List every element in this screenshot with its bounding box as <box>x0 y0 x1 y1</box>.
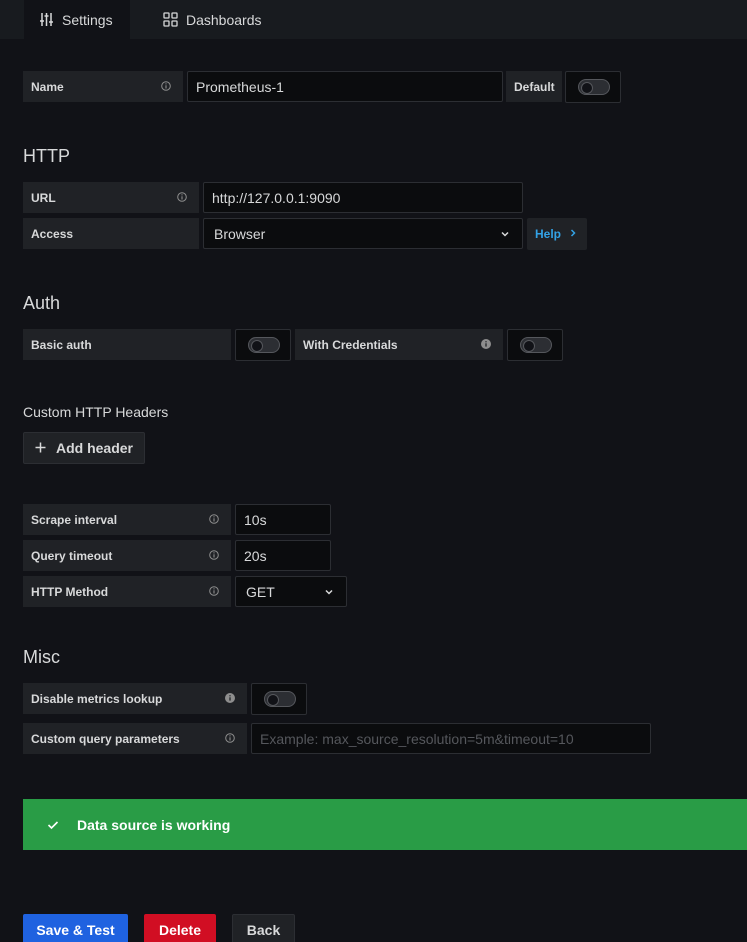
scrape-interval-label: Scrape interval <box>23 504 231 535</box>
name-label-text: Name <box>31 79 64 94</box>
url-label: URL <box>23 182 199 213</box>
with-credentials-label-text: With Credentials <box>303 337 398 352</box>
delete-button[interactable]: Delete <box>144 914 216 942</box>
chevron-down-icon <box>324 584 334 600</box>
query-timeout-label-text: Query timeout <box>31 548 113 563</box>
alert-message: Data source is working <box>77 816 231 833</box>
tab-dashboards[interactable]: Dashboards <box>163 0 262 39</box>
tab-dashboards-label: Dashboards <box>186 11 262 28</box>
url-input[interactable]: http://127.0.0.1:9090 <box>203 182 523 213</box>
custom-query-params-input[interactable]: Example: max_source_resolution=5m&timeou… <box>251 723 651 754</box>
info-icon[interactable] <box>209 585 219 599</box>
with-credentials-toggle-box <box>507 329 563 361</box>
auth-heading: Auth <box>23 293 61 313</box>
name-label: Name <box>23 71 183 102</box>
help-button[interactable]: Help <box>527 218 587 250</box>
http-heading: HTTP <box>23 146 70 166</box>
basic-auth-toggle-box <box>235 329 291 361</box>
grid-icon <box>163 12 178 27</box>
custom-query-params-label: Custom query parameters <box>23 723 247 754</box>
tab-bar: Settings Dashboards <box>0 0 747 39</box>
with-credentials-label: With Credentials <box>295 329 503 360</box>
add-header-label: Add header <box>55 440 133 456</box>
info-icon[interactable] <box>177 191 187 205</box>
custom-query-params-label-text: Custom query parameters <box>31 731 180 746</box>
query-timeout-input[interactable]: 20s <box>235 540 331 571</box>
add-header-button[interactable]: Add header <box>23 432 145 464</box>
success-alert: Data source is working <box>23 799 747 850</box>
query-timeout-label: Query timeout <box>23 540 231 571</box>
access-select-value: Browser <box>214 225 266 242</box>
tab-settings-label: Settings <box>62 11 113 28</box>
basic-auth-toggle[interactable] <box>248 337 280 353</box>
disable-metrics-lookup-label-text: Disable metrics lookup <box>31 691 163 706</box>
disable-metrics-lookup-label: Disable metrics lookup <box>23 683 247 714</box>
info-icon[interactable] <box>209 549 219 563</box>
http-method-label: HTTP Method <box>23 576 231 607</box>
chevron-right-icon <box>569 227 577 241</box>
chevron-down-icon <box>500 226 510 242</box>
plus-icon <box>35 440 46 456</box>
access-select[interactable]: Browser <box>203 218 523 249</box>
sliders-icon <box>39 12 54 27</box>
name-input[interactable]: Prometheus-1 <box>187 71 503 102</box>
http-method-select[interactable]: GET <box>235 576 347 607</box>
tab-settings[interactable]: Settings <box>24 0 130 39</box>
info-icon[interactable] <box>225 732 235 746</box>
misc-heading: Misc <box>23 647 60 667</box>
info-icon[interactable] <box>481 338 491 352</box>
url-label-text: URL <box>31 190 56 205</box>
help-label: Help <box>535 227 562 241</box>
http-method-label-text: HTTP Method <box>31 584 109 599</box>
custom-headers-heading: Custom HTTP Headers <box>23 404 169 420</box>
access-label: Access <box>23 218 199 249</box>
basic-auth-label: Basic auth <box>23 329 231 360</box>
save-test-button[interactable]: Save & Test <box>23 914 128 942</box>
disable-metrics-lookup-toggle[interactable] <box>264 691 296 707</box>
info-icon[interactable] <box>161 80 171 94</box>
with-credentials-toggle[interactable] <box>520 337 552 353</box>
check-icon <box>47 820 59 830</box>
http-method-select-value: GET <box>246 583 275 600</box>
default-toggle-box <box>565 71 621 103</box>
info-icon[interactable] <box>225 692 235 706</box>
back-button[interactable]: Back <box>232 914 295 942</box>
scrape-interval-label-text: Scrape interval <box>31 512 118 527</box>
disable-metrics-lookup-toggle-box <box>251 683 307 715</box>
default-label: Default <box>506 71 562 102</box>
scrape-interval-input[interactable]: 10s <box>235 504 331 535</box>
info-icon[interactable] <box>209 513 219 527</box>
default-toggle[interactable] <box>578 79 610 95</box>
